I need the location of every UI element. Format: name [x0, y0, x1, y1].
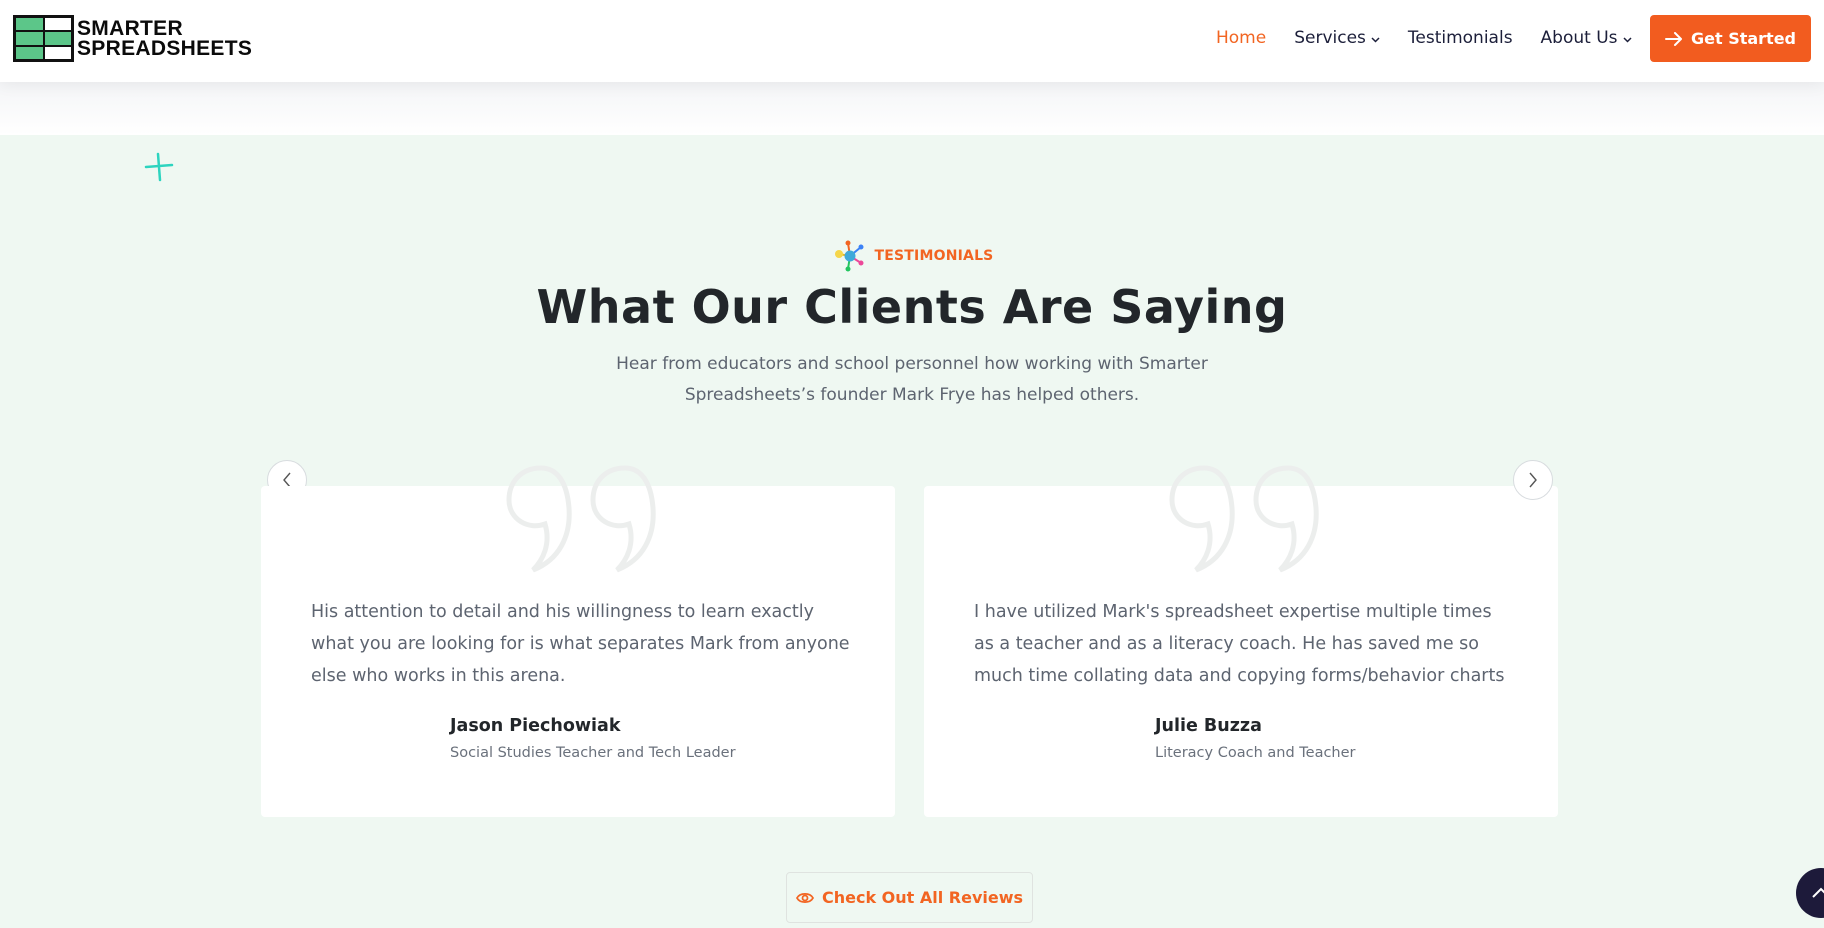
nav-item-testimonials[interactable]: Testimonials	[1408, 28, 1513, 48]
chevron-right-icon	[1529, 472, 1537, 488]
get-started-label: Get Started	[1690, 29, 1796, 48]
quote-icon	[1169, 465, 1319, 573]
site-header: SMARTER SPREADSHEETS Home Services Testi…	[0, 0, 1824, 82]
chevron-up-icon	[1812, 887, 1824, 898]
get-started-button[interactable]: Get Started	[1650, 15, 1811, 62]
section-title: What Our Clients Are Saying	[536, 280, 1288, 334]
molecule-icon	[834, 240, 864, 272]
section-eyebrow: TESTIMONIALS	[0, 237, 1824, 275]
plus-icon	[144, 152, 174, 182]
nav-item-about[interactable]: About Us	[1541, 28, 1632, 48]
chevron-down-icon	[1622, 33, 1632, 46]
testimonial-card: His attention to detail and his willingn…	[261, 465, 895, 817]
check-out-all-reviews-button[interactable]: Check Out All Reviews	[786, 872, 1033, 923]
section-subtitle: Hear from educators and school personnel…	[616, 354, 1208, 405]
testimonial-role: Literacy Coach and Teacher	[1155, 745, 1356, 761]
logo-text: SMARTER SPREADSHEETS	[77, 16, 253, 60]
testimonial-role: Social Studies Teacher and Tech Leader	[450, 745, 736, 761]
logo[interactable]: SMARTER SPREADSHEETS	[13, 15, 252, 62]
nav-item-services[interactable]: Services	[1294, 28, 1380, 48]
testimonial-text: I have utilized Mark's spreadsheet exper…	[974, 602, 1505, 686]
testimonial-author: Jason Piechowiak	[450, 716, 621, 736]
chevron-down-icon	[1371, 33, 1380, 46]
testimonial-text: His attention to detail and his willingn…	[311, 602, 850, 686]
nav-label: Home	[1216, 28, 1267, 48]
quote-icon	[506, 465, 656, 573]
carousel-next-button[interactable]	[1513, 460, 1553, 500]
eye-icon	[795, 892, 814, 903]
reviews-button-label: Check Out All Reviews	[821, 888, 1024, 907]
testimonial-author: Julie Buzza	[1155, 716, 1262, 736]
logo-grid-icon	[13, 15, 74, 62]
arrow-right-icon	[1664, 31, 1682, 46]
eyebrow-label: TESTIMONIALS	[874, 248, 994, 264]
main-nav: Home Services Testimonials About Us	[1216, 24, 1660, 52]
nav-item-home[interactable]: Home	[1216, 28, 1266, 48]
nav-label: About Us	[1540, 28, 1618, 48]
nav-label: Services	[1294, 28, 1366, 48]
nav-label: Testimonials	[1407, 28, 1513, 48]
logo-line-1: SMARTER	[77, 16, 183, 40]
testimonial-card: I have utilized Mark's spreadsheet exper…	[924, 465, 1558, 817]
logo-line-2: SPREADSHEETS	[77, 36, 253, 60]
header-fade	[0, 82, 1824, 135]
